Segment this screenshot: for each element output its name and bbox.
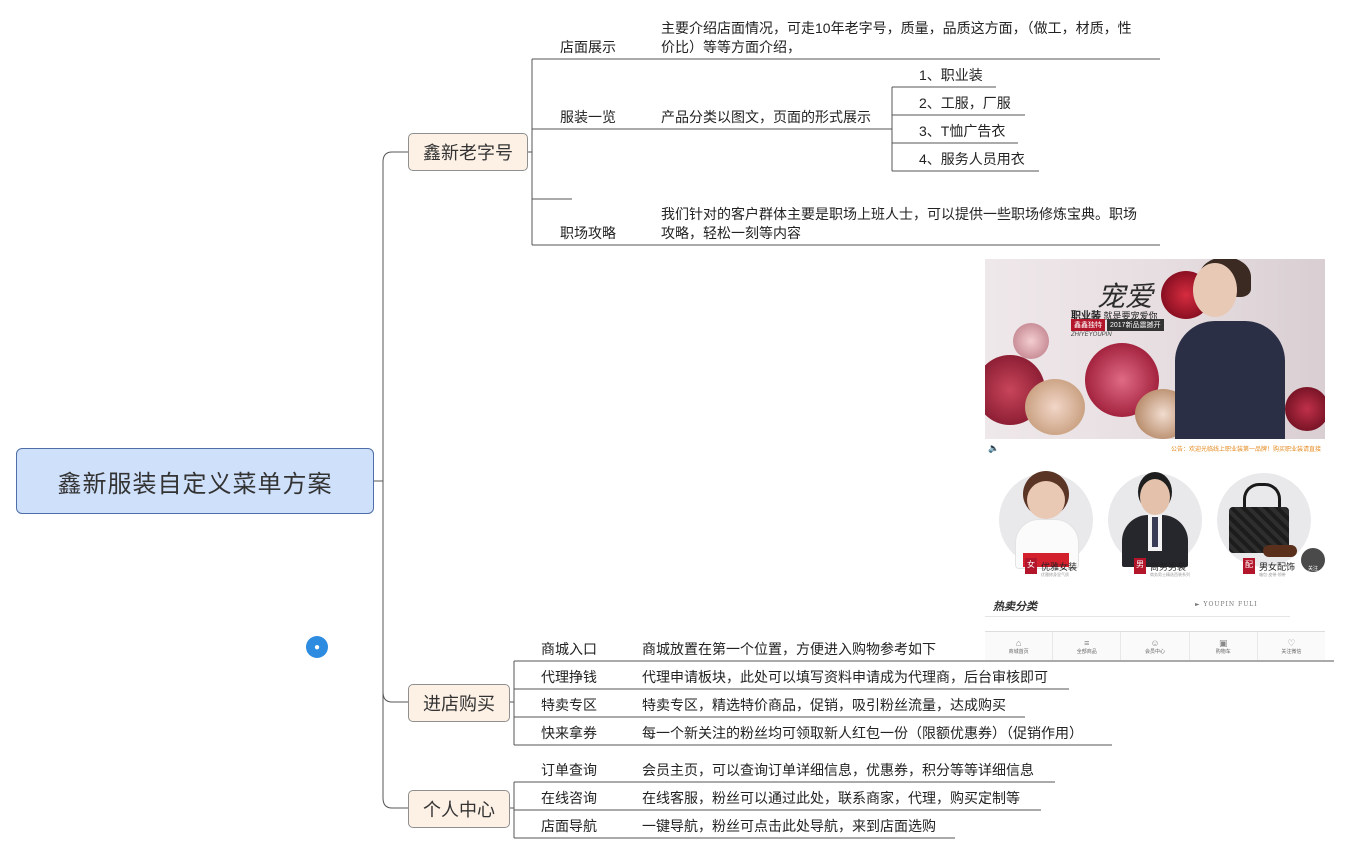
hero-tag: 鑫鑫独特	[1071, 319, 1105, 331]
category-accessories[interactable]: 配 男女配饰 箱包·皮带·领带	[1215, 461, 1313, 581]
branch-node-laozihao[interactable]: 鑫新老字号	[408, 133, 528, 171]
leaf-special-sale[interactable]: 特卖专区	[541, 695, 597, 715]
hero-banner: 宠爱 职业装 就是要宠爱你 鑫鑫独特 2017新品震撼开 ZHIYEYOUPIN	[985, 259, 1325, 439]
divider	[985, 616, 1290, 617]
leaf-store-navigation[interactable]: 店面导航	[541, 816, 597, 836]
hero-brand: ZHIYEYOUPIN	[1071, 332, 1112, 338]
tab-label: 全部商品	[1076, 649, 1097, 655]
desc-line: 攻略，轻松一刻等内容	[661, 225, 801, 241]
desc-line: 我们针对的客户群体主要是职场上班人士，可以提供一些职场修炼宝典。职场	[661, 206, 1137, 222]
follow-wechat-button[interactable]: 关注	[1301, 548, 1325, 572]
category-sublabel: 商务男士精选西装系列	[1150, 572, 1190, 577]
leaf-clothing-overview[interactable]: 服装一览	[560, 107, 616, 127]
desc-order-query: 会员主页，可以查询订单详细信息，优惠券，积分等等详细信息	[642, 762, 1034, 778]
follow-icon: ♡	[1287, 638, 1296, 648]
notice-text: 公告：欢迎光临线上职业装第一品牌！购买职业装请直接	[1170, 446, 1321, 453]
desc-mall-entry: 商城放置在第一个位置，方便进入购物参考如下	[642, 641, 936, 657]
tab-label: 购物车	[1215, 649, 1231, 655]
chat-icon[interactable]: ●	[306, 636, 328, 658]
user-icon: ☺	[1150, 638, 1160, 648]
notice-bar: 🔈 公告：欢迎光临线上职业装第一品牌！购买职业装请直接	[985, 439, 1325, 457]
category-sublabel: 优雅修身显气质	[1041, 572, 1069, 577]
bottom-tab-bar: ⌂ 商城首页 ≡ 全部商品 ☺ 会员中心 ▣ 购物车 ♡ 关注微信	[985, 631, 1325, 660]
desc-store-display: 主要介绍店面情况，可走10年老字号，质量，品质这方面，（做工，材质，性 价比）等…	[661, 19, 1151, 57]
tab-cart[interactable]: ▣ 购物车	[1190, 632, 1258, 660]
subitem-service-wear[interactable]: 4、服务人员用衣	[919, 149, 1025, 169]
home-icon: ⌂	[1015, 638, 1022, 648]
shoes	[1263, 545, 1297, 557]
speaker-icon: 🔈	[988, 442, 1000, 453]
category-ribbon: 女	[1025, 558, 1037, 574]
desc-store-navigation: 一键导航，粉丝可点击此处导航，来到店面选购	[642, 818, 936, 834]
tab-label: 会员中心	[1145, 649, 1166, 655]
desc-line: 价比）等等方面介绍，	[661, 39, 801, 55]
tab-label: 关注微信	[1281, 649, 1302, 655]
man-head	[1140, 479, 1170, 515]
mall-preview-image: 宠爱 职业装 就是要宠爱你 鑫鑫独特 2017新品震撼开 ZHIYEYOUPIN…	[985, 259, 1325, 660]
hero-tags: 鑫鑫独特 2017新品震撼开	[1071, 319, 1164, 331]
desc-special-sale: 特卖专区，精选特价商品，促销，吸引粉丝流量，达成购买	[642, 697, 1006, 713]
leaf-agent-earn[interactable]: 代理挣钱	[541, 667, 597, 687]
tab-follow[interactable]: ♡ 关注微信	[1258, 632, 1325, 660]
category-ribbon: 男	[1134, 558, 1146, 574]
desc-line: 主要介绍店面情况，可走10年老字号，质量，品质这方面，（做工，材质，性	[661, 20, 1132, 36]
leaf-order-query[interactable]: 订单查询	[541, 760, 597, 780]
category-sublabel: 箱包·皮带·领带	[1259, 572, 1286, 577]
desc-online-consult: 在线客服，粉丝可以通过此处，联系商家，代理，购买定制等	[642, 790, 1020, 806]
category-women[interactable]: 女 优雅女装 优雅修身显气质	[997, 461, 1095, 581]
tab-label: 商城首页	[1008, 649, 1029, 655]
leaf-get-coupon[interactable]: 快来拿券	[541, 723, 597, 743]
leaf-store-display[interactable]: 店面展示	[560, 37, 616, 57]
model-suit	[1175, 321, 1285, 439]
man-tie	[1152, 517, 1158, 547]
leaf-workplace-guide[interactable]: 职场攻略	[560, 223, 616, 243]
peony-decoration	[1013, 323, 1049, 359]
leaf-online-consult[interactable]: 在线咨询	[541, 788, 597, 808]
hot-category-subtitle: ► YOUPIN FULI	[1195, 601, 1258, 608]
hot-category-title: 热卖分类	[993, 601, 1037, 613]
tab-home[interactable]: ⌂ 商城首页	[985, 632, 1054, 660]
subitem-work-uniform[interactable]: 2、工服，厂服	[919, 93, 1011, 113]
woman-figure	[1027, 481, 1065, 519]
model-face	[1193, 263, 1237, 317]
subitem-professional-wear[interactable]: 1、职业装	[919, 65, 983, 85]
follow-label: 关注	[1307, 566, 1318, 572]
branch-node-personal[interactable]: 个人中心	[408, 790, 510, 828]
peony-decoration	[1025, 379, 1085, 435]
root-topic[interactable]: 鑫新服装自定义菜单方案	[16, 448, 374, 514]
category-ribbon: 配	[1243, 558, 1255, 574]
desc-get-coupon: 每一个新关注的粉丝均可领取新人红包一份（限额优惠券）（促销作用）	[642, 725, 1083, 741]
desc-clothing-overview: 产品分类以图文，页面的形式展示	[661, 109, 871, 125]
desc-agent-earn: 代理申请板块，此处可以填写资料申请成为代理商，后台审核即可	[642, 669, 1048, 685]
hot-category-en: YOUPIN FULI	[1203, 601, 1258, 608]
peony-decoration	[1285, 387, 1325, 431]
subitem-tshirt-ad[interactable]: 3、T恤广告衣	[919, 121, 1005, 141]
cart-icon: ▣	[1218, 638, 1228, 648]
desc-workplace-guide: 我们针对的客户群体主要是职场上班人士，可以提供一些职场修炼宝典。职场 攻略，轻松…	[661, 205, 1151, 243]
tab-all-products[interactable]: ≡ 全部商品	[1053, 632, 1122, 660]
list-icon: ≡	[1084, 638, 1090, 648]
tab-member-center[interactable]: ☺ 会员中心	[1121, 632, 1190, 660]
branch-node-shop[interactable]: 进店购买	[408, 684, 510, 722]
leaf-mall-entry[interactable]: 商城入口	[541, 639, 597, 659]
hero-tag: 2017新品震撼开	[1107, 319, 1164, 331]
category-men[interactable]: 男 商务男装 商务男士精选西装系列	[1106, 461, 1204, 581]
